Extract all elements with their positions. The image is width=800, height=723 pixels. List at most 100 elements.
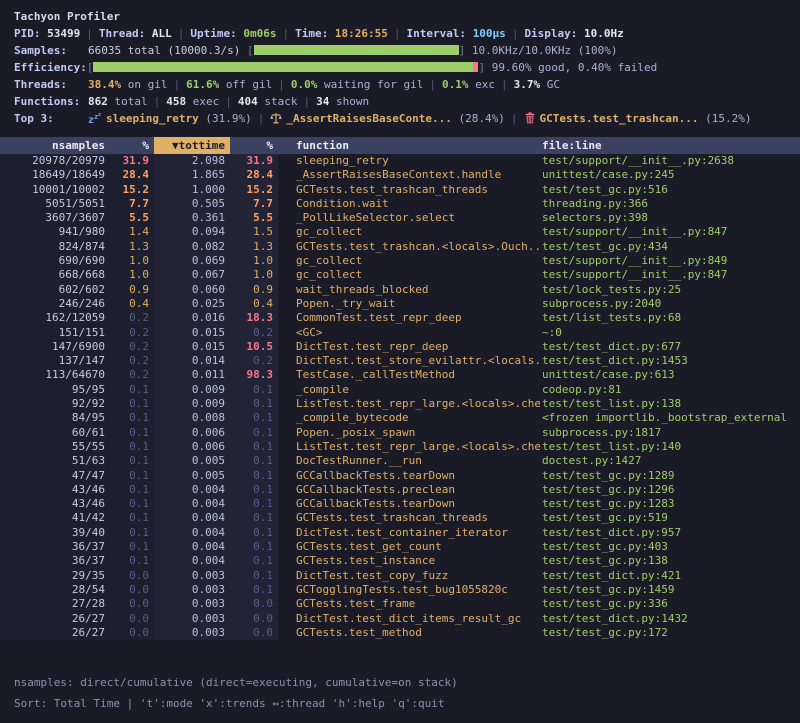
table-row[interactable]: 10001/1000215.21.00015.2GCTests.test_tra… (0, 183, 800, 197)
function-cell: DictTest.test_repr_deep (278, 340, 540, 354)
file-line-cell: test/test_gc.py:1459 (540, 583, 800, 597)
direct-percent-cell: 0.1 (110, 411, 154, 425)
header-file-line[interactable]: file:line (540, 137, 800, 154)
separator: | (429, 78, 436, 91)
cumulative-percent-cell: 7.7 (230, 197, 278, 211)
table-row[interactable]: 147/69000.20.01510.5DictTest.test_repr_d… (0, 340, 800, 354)
cumulative-percent-cell: 0.1 (230, 454, 278, 468)
header-function[interactable]: function (278, 137, 540, 154)
table-row[interactable]: 151/1510.20.0150.2<GC>~:0 (0, 326, 800, 340)
nsamples-cell: 26/27 (0, 612, 110, 626)
svg-text:z: z (98, 112, 101, 118)
table-row[interactable]: 43/460.10.0040.1GCCallbackTests.preclean… (0, 483, 800, 497)
table-row[interactable]: 84/950.10.0080.1_compile_bytecode<frozen… (0, 411, 800, 425)
cumulative-percent-cell: 0.1 (230, 511, 278, 525)
table-row[interactable]: 29/350.00.0030.1DictTest.test_copy_fuzzt… (0, 569, 800, 583)
table-row[interactable]: 246/2460.40.0250.4Popen._try_waitsubproc… (0, 297, 800, 311)
file-line-cell: test/test_gc.py:516 (540, 183, 800, 197)
separator: | (174, 78, 181, 91)
table-row[interactable]: 36/370.10.0040.1GCTests.test_instancetes… (0, 554, 800, 568)
file-line-cell: selectors.py:398 (540, 211, 800, 225)
table-row[interactable]: 55/550.10.0060.1ListTest.test_repr_large… (0, 440, 800, 454)
nsamples-cell: 941/980 (0, 225, 110, 239)
cumulative-percent-cell: 0.0 (230, 612, 278, 626)
file-line-cell: ~:0 (540, 326, 800, 340)
separator: | (86, 27, 93, 40)
table-row[interactable]: 43/460.10.0040.1GCCallbackTests.tearDown… (0, 497, 800, 511)
header-cumulative-percent[interactable]: % (230, 137, 278, 154)
table-row[interactable]: 39/400.10.0040.1DictTest.test_container_… (0, 526, 800, 540)
nsamples-cell: 43/46 (0, 497, 110, 511)
table-row[interactable]: 28/540.00.0030.1GCTogglingTests.test_bug… (0, 583, 800, 597)
uptime-label: Uptime: (190, 27, 236, 40)
top3-label: Top 3: (14, 110, 88, 127)
table-row[interactable]: 47/470.10.0050.1GCCallbackTests.tearDown… (0, 469, 800, 483)
table-row[interactable]: 60/610.10.0060.1Popen._posix_spawnsubpro… (0, 426, 800, 440)
table-row[interactable]: 27/280.00.0030.0GCTests.test_frametest/t… (0, 597, 800, 611)
function-cell: GCTests.test_get_count (278, 540, 540, 554)
table-row[interactable]: 137/1470.20.0140.2DictTest.test_store_ev… (0, 354, 800, 368)
header-tottime-sort[interactable]: ▼tottime (154, 137, 230, 154)
file-line-cell: test/test_dict.py:957 (540, 526, 800, 540)
table-row[interactable]: 113/646700.20.01198.3TestCase._callTestM… (0, 368, 800, 382)
cumulative-percent-cell: 98.3 (230, 368, 278, 382)
tottime-cell: 0.004 (154, 554, 230, 568)
table-row[interactable]: 95/950.10.0090.1_compilecodeop.py:81 (0, 383, 800, 397)
direct-percent-cell: 0.1 (110, 497, 154, 511)
nsamples-cell: 51/63 (0, 454, 110, 468)
table-row[interactable]: 41/420.10.0040.1GCTests.test_trashcan_th… (0, 511, 800, 525)
table-row[interactable]: 824/8741.30.0821.3GCTests.test_trashcan.… (0, 240, 800, 254)
table-row[interactable]: 941/9801.40.0941.5gc_collecttest/support… (0, 225, 800, 239)
thread-value[interactable]: ALL (152, 27, 172, 40)
table-row[interactable]: 26/270.00.0030.0DictTest.test_dict_items… (0, 612, 800, 626)
functions-shown-value: 34 (316, 95, 329, 108)
table-row[interactable]: 51/630.10.0050.1DocTestRunner.__rundocte… (0, 454, 800, 468)
top3-item[interactable]: zzzsleeping_retry (31.9%)|_AssertRaisesB… (88, 112, 755, 125)
nsamples-cell: 162/12059 (0, 311, 110, 325)
header-direct-percent[interactable]: % (110, 137, 154, 154)
cumulative-percent-cell: 0.1 (230, 554, 278, 568)
direct-percent-cell: 0.1 (110, 440, 154, 454)
table-row[interactable]: 20978/2097931.92.09831.9sleeping_retryte… (0, 154, 800, 168)
cumulative-percent-cell: 0.0 (230, 626, 278, 640)
tottime-cell: 0.060 (154, 283, 230, 297)
table-row[interactable]: 3607/36075.50.3615.5_PollLikeSelector.se… (0, 211, 800, 225)
interval-value: 100µs (473, 27, 506, 40)
file-line-cell: test/lock_tests.py:25 (540, 283, 800, 297)
function-cell: DictTest.test_copy_fuzz (278, 569, 540, 583)
nsamples-cell: 41/42 (0, 511, 110, 525)
table-row[interactable]: 18649/1864928.41.86528.4_AssertRaisesBas… (0, 168, 800, 182)
threads-gc-value: 3.7% (514, 78, 541, 91)
cumulative-percent-cell: 1.5 (230, 225, 278, 239)
cumulative-percent-cell: 1.0 (230, 268, 278, 282)
file-line-cell: <frozen importlib._bootstrap_external (540, 411, 800, 425)
functions-total-label: total (115, 95, 148, 108)
threads-offgil-value: 61.6% (186, 78, 219, 91)
direct-percent-cell: 0.9 (110, 283, 154, 297)
cumulative-percent-cell: 0.1 (230, 383, 278, 397)
file-line-cell: test/test_gc.py:519 (540, 511, 800, 525)
table-row[interactable]: 162/120590.20.01618.3CommonTest.test_rep… (0, 311, 800, 325)
table-row[interactable]: 690/6901.00.0691.0gc_collecttest/support… (0, 254, 800, 268)
table-row[interactable]: 36/370.10.0040.1GCTests.test_get_countte… (0, 540, 800, 554)
table-row[interactable]: 26/270.00.0030.0GCTests.test_methodtest/… (0, 626, 800, 640)
direct-percent-cell: 0.1 (110, 383, 154, 397)
table-row[interactable]: 5051/50517.70.5057.7Condition.waitthread… (0, 197, 800, 211)
threads-waiting-label: waiting for gil (324, 78, 423, 91)
function-cell: DictTest.test_dict_items_result_gc (278, 612, 540, 626)
pid-label: PID: (14, 27, 41, 40)
samples-rate: 10.0KHz/10.0KHz (100%) (472, 44, 618, 57)
tottime-cell: 0.003 (154, 583, 230, 597)
table-row[interactable]: 92/920.10.0090.1ListTest.test_repr_large… (0, 397, 800, 411)
thread-label: Thread: (99, 27, 145, 40)
file-line-cell: test/test_list.py:140 (540, 440, 800, 454)
cumulative-percent-cell: 31.9 (230, 154, 278, 168)
table-row[interactable]: 668/6681.00.0671.0gc_collecttest/support… (0, 268, 800, 282)
scale-icon (270, 112, 282, 129)
top3-item[interactable]: GCTests.test_trashcan... (15.2%) (524, 112, 752, 125)
header-nsamples[interactable]: nsamples (0, 137, 110, 154)
function-cell: GCTogglingTests.test_bug1055820c (278, 583, 540, 597)
table-row[interactable]: 602/6020.90.0600.9wait_threads_blockedte… (0, 283, 800, 297)
file-line-cell: unittest/case.py:245 (540, 168, 800, 182)
top3-item[interactable]: _AssertRaisesBaseConte... (28.4%)|GCTest… (270, 112, 753, 125)
